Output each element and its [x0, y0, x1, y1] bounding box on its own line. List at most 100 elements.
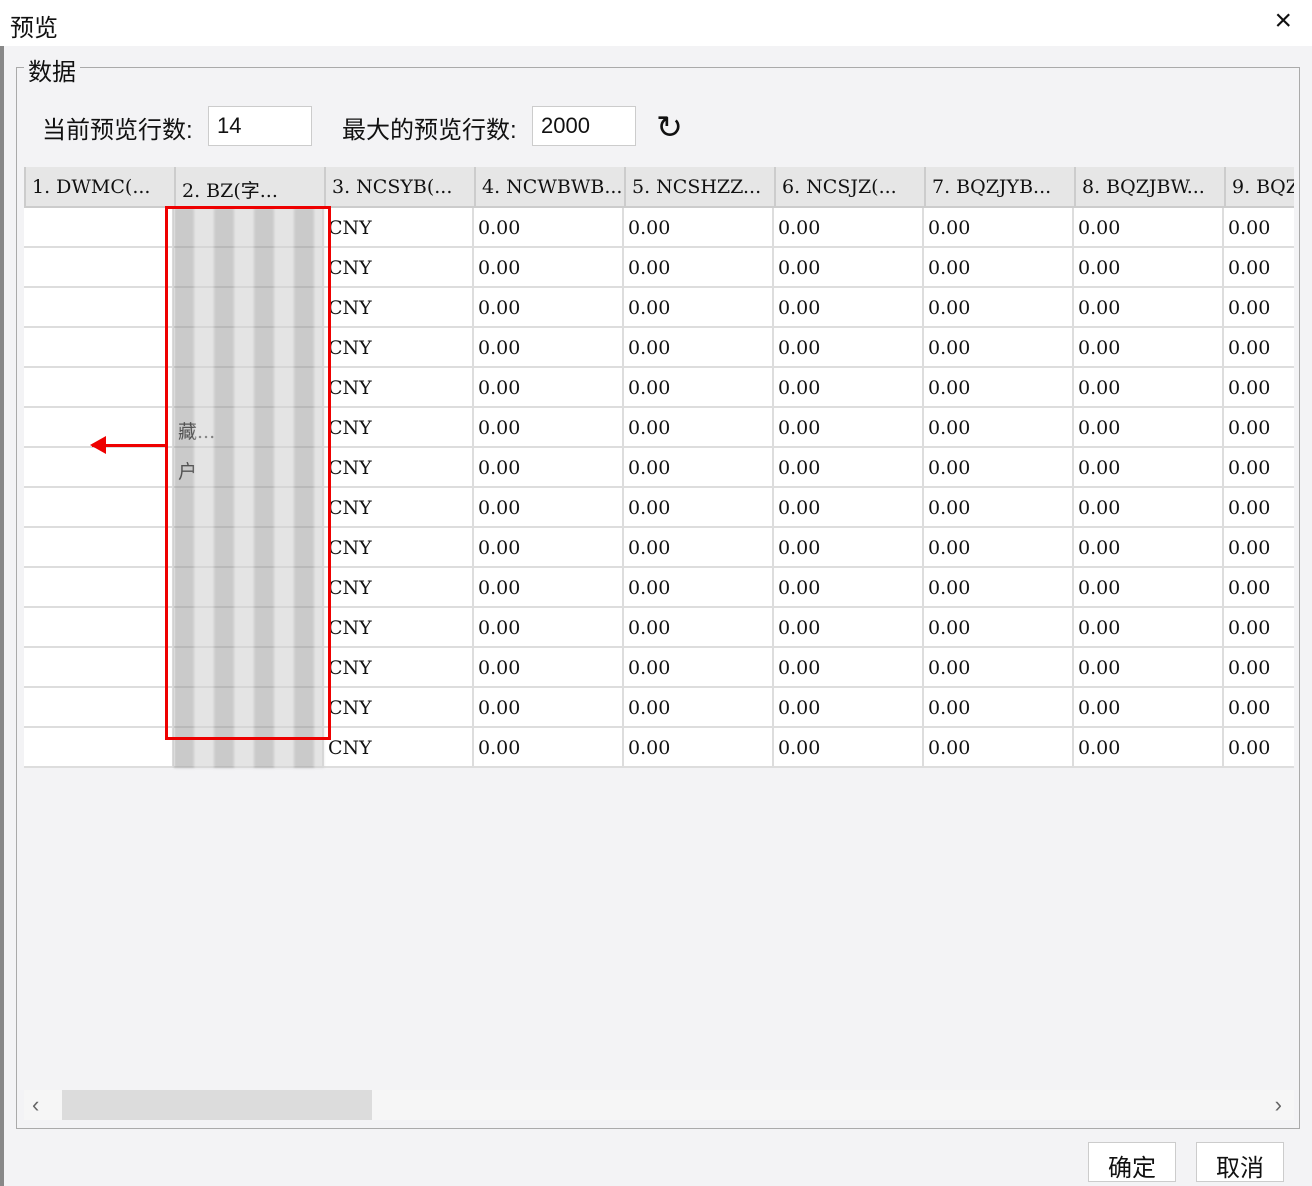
table-cell[interactable]: 0.00 [474, 448, 624, 488]
table-cell[interactable]: 0.00 [774, 408, 924, 448]
table-cell[interactable]: 0.00 [1224, 568, 1294, 608]
table-cell[interactable]: 0.00 [924, 688, 1074, 728]
table-cell[interactable]: 0.00 [1224, 608, 1294, 648]
table-cell[interactable]: 0.00 [924, 728, 1074, 768]
table-cell[interactable]: 0.00 [774, 328, 924, 368]
table-cell[interactable]: CNY [324, 648, 474, 688]
table-cell[interactable]: 0.00 [774, 448, 924, 488]
table-cell[interactable]: 0.00 [774, 488, 924, 528]
table-cell[interactable]: 0.00 [924, 248, 1074, 288]
table-cell[interactable]: 0.00 [1074, 248, 1224, 288]
table-cell[interactable]: CNY [324, 208, 474, 248]
table-cell[interactable]: 0.00 [474, 608, 624, 648]
table-cell[interactable]: 0.00 [1224, 288, 1294, 328]
table-cell[interactable]: 0.00 [474, 368, 624, 408]
table-cell[interactable]: 0.00 [924, 408, 1074, 448]
scroll-right-icon[interactable]: › [1275, 1092, 1282, 1118]
column-header[interactable]: 9. BQZ [1224, 167, 1294, 208]
table-cell[interactable]: 0.00 [474, 648, 624, 688]
column-header[interactable]: 8. BQZJBW... [1074, 167, 1224, 208]
table-cell[interactable]: 0.00 [1224, 248, 1294, 288]
table-cell[interactable]: 0.00 [1074, 688, 1224, 728]
ok-button[interactable]: 确定 [1088, 1142, 1176, 1182]
column-header[interactable]: 4. NCWBWB... [474, 167, 624, 208]
table-cell[interactable]: CNY [324, 608, 474, 648]
table-cell[interactable] [24, 248, 174, 288]
table-cell[interactable]: 0.00 [474, 688, 624, 728]
column-header[interactable]: 7. BQZJYB... [924, 167, 1074, 208]
table-cell[interactable]: 0.00 [1224, 408, 1294, 448]
table-cell[interactable]: 0.00 [924, 648, 1074, 688]
table-cell[interactable]: 0.00 [474, 408, 624, 448]
table-cell[interactable]: 0.00 [1224, 368, 1294, 408]
table-cell[interactable]: 0.00 [474, 248, 624, 288]
table-cell[interactable]: 0.00 [624, 648, 774, 688]
table-cell[interactable]: 0.00 [1074, 568, 1224, 608]
max-rows-input[interactable]: 2000 [532, 106, 636, 146]
horizontal-scrollbar[interactable]: ‹ › [24, 1090, 1294, 1120]
table-cell[interactable]: CNY [324, 528, 474, 568]
column-header[interactable]: 1. DWMC(... [24, 167, 174, 208]
table-cell[interactable]: 0.00 [1074, 488, 1224, 528]
table-cell[interactable]: 0.00 [624, 608, 774, 648]
table-cell[interactable]: 0.00 [1074, 648, 1224, 688]
table-cell[interactable]: 0.00 [774, 728, 924, 768]
table-cell[interactable]: 0.00 [624, 248, 774, 288]
table-cell[interactable]: 0.00 [924, 448, 1074, 488]
table-cell[interactable]: CNY [324, 288, 474, 328]
table-cell[interactable]: 0.00 [624, 288, 774, 328]
table-cell[interactable]: 0.00 [1224, 728, 1294, 768]
table-cell[interactable]: 0.00 [774, 568, 924, 608]
table-cell[interactable]: 0.00 [774, 288, 924, 328]
table-cell[interactable]: 0.00 [624, 728, 774, 768]
table-cell[interactable]: CNY [324, 568, 474, 608]
table-cell[interactable] [24, 568, 174, 608]
table-cell[interactable] [24, 208, 174, 248]
table-cell[interactable]: 0.00 [774, 528, 924, 568]
table-cell[interactable]: 0.00 [474, 568, 624, 608]
table-cell[interactable]: 0.00 [1074, 608, 1224, 648]
table-cell[interactable] [24, 608, 174, 648]
current-rows-input[interactable]: 14 [208, 106, 312, 146]
table-cell[interactable]: 0.00 [624, 328, 774, 368]
table-cell[interactable]: CNY [324, 368, 474, 408]
table-cell[interactable]: 0.00 [774, 648, 924, 688]
column-header[interactable]: 6. NCSJZ(... [774, 167, 924, 208]
table-cell[interactable]: 0.00 [1074, 528, 1224, 568]
scroll-thumb[interactable] [62, 1090, 372, 1120]
table-cell[interactable]: 0.00 [474, 728, 624, 768]
table-cell[interactable] [24, 728, 174, 768]
table-cell[interactable]: 0.00 [774, 248, 924, 288]
close-icon[interactable]: × [1274, 4, 1292, 38]
column-header[interactable]: 3. NCSYB(... [324, 167, 474, 208]
table-cell[interactable]: 0.00 [624, 528, 774, 568]
table-cell[interactable] [24, 288, 174, 328]
cancel-button[interactable]: 取消 [1196, 1142, 1284, 1182]
table-cell[interactable]: 0.00 [924, 208, 1074, 248]
table-cell[interactable] [24, 648, 174, 688]
table-cell[interactable]: CNY [324, 688, 474, 728]
scroll-left-icon[interactable]: ‹ [32, 1092, 39, 1118]
table-cell[interactable] [24, 328, 174, 368]
table-cell[interactable]: 0.00 [924, 288, 1074, 328]
table-cell[interactable]: 0.00 [624, 568, 774, 608]
table-cell[interactable] [24, 368, 174, 408]
table-cell[interactable]: 0.00 [774, 208, 924, 248]
table-cell[interactable]: 0.00 [1224, 208, 1294, 248]
column-header[interactable]: 2. BZ(字... [174, 167, 324, 208]
table-cell[interactable]: CNY [324, 448, 474, 488]
table-cell[interactable]: CNY [324, 488, 474, 528]
table-cell[interactable]: 0.00 [1224, 488, 1294, 528]
table-cell[interactable] [24, 488, 174, 528]
refresh-icon[interactable]: ↻ [656, 108, 683, 146]
table-cell[interactable]: 0.00 [924, 608, 1074, 648]
table-cell[interactable]: 0.00 [474, 488, 624, 528]
table-cell[interactable]: 0.00 [624, 208, 774, 248]
table-cell[interactable]: 0.00 [1224, 328, 1294, 368]
table-cell[interactable]: 0.00 [1074, 728, 1224, 768]
table-cell[interactable]: 0.00 [924, 568, 1074, 608]
table-cell[interactable]: 0.00 [1074, 328, 1224, 368]
table-cell[interactable]: 0.00 [1074, 368, 1224, 408]
table-cell[interactable]: CNY [324, 408, 474, 448]
table-cell[interactable]: 0.00 [774, 608, 924, 648]
